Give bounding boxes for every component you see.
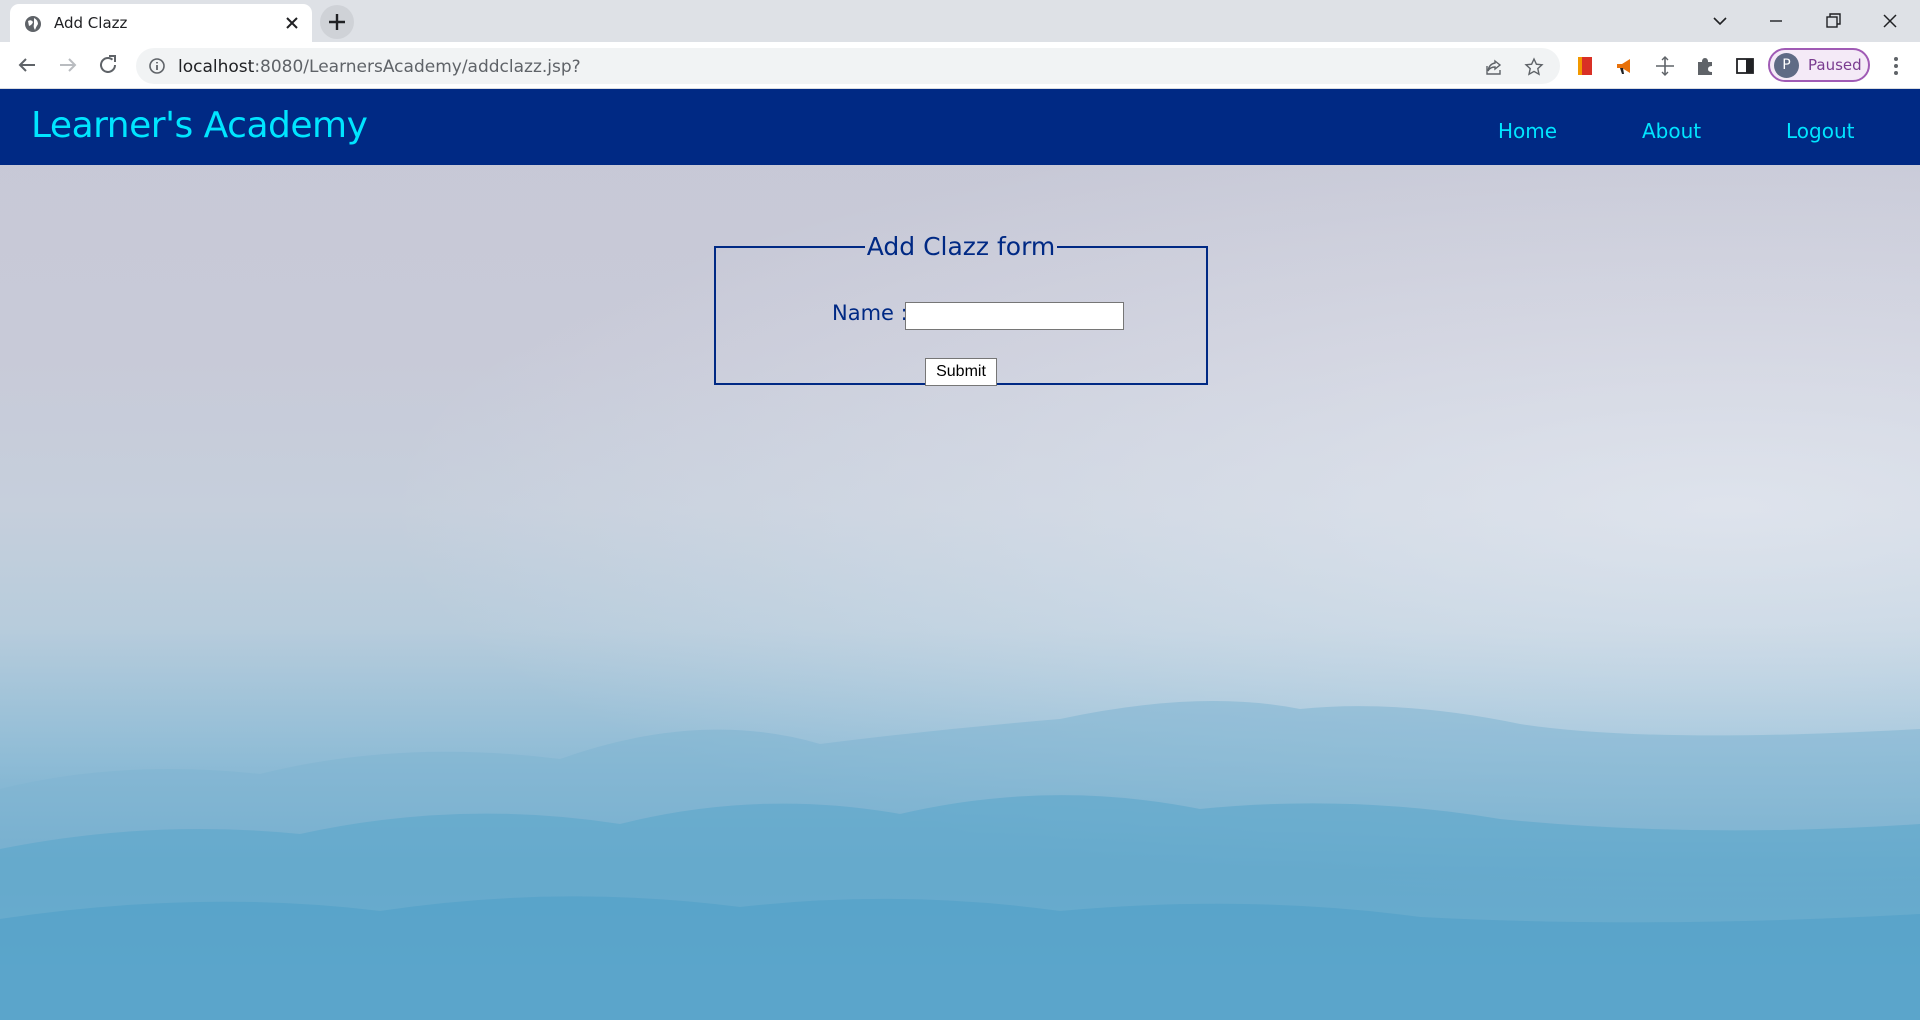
url-path: :8080/LearnersAcademy/addclazz.jsp? <box>254 57 581 77</box>
site-navbar: Learner's Academy Home About Logout <box>0 89 1920 165</box>
page-viewport: Learner's Academy Home About Logout Add … <box>0 89 1920 1020</box>
browser-tab-active[interactable]: Add Clazz <box>10 4 312 42</box>
plus-icon <box>329 14 345 30</box>
nav-link-about[interactable]: About <box>1642 119 1701 143</box>
bookmark-star-icon[interactable] <box>1524 57 1544 77</box>
megaphone-extension-icon[interactable] <box>1614 55 1636 77</box>
forward-arrow-icon[interactable] <box>54 51 82 79</box>
submit-button[interactable]: Submit <box>925 358 997 386</box>
close-icon[interactable] <box>282 13 302 33</box>
info-icon[interactable] <box>148 57 166 75</box>
background-mountains <box>0 701 1920 1020</box>
avatar: P <box>1774 53 1799 78</box>
minimize-icon[interactable] <box>1762 7 1790 35</box>
puzzle-extensions-icon[interactable] <box>1694 55 1716 77</box>
browser-tabstrip: Add Clazz <box>0 0 1920 42</box>
tab-title: Add Clazz <box>54 14 128 32</box>
move-extension-icon[interactable] <box>1654 55 1676 77</box>
side-panel-icon[interactable] <box>1734 55 1756 77</box>
url-text[interactable]: localhost:8080/LearnersAcademy/addclazz.… <box>178 57 581 77</box>
kebab-menu-icon[interactable] <box>1884 54 1908 78</box>
new-tab-button[interactable] <box>320 5 354 39</box>
brand-title: Learner's Academy <box>31 105 368 146</box>
add-clazz-form: Add Clazz form Name : Submit <box>714 232 1208 386</box>
close-window-icon[interactable] <box>1876 7 1904 35</box>
profile-button[interactable]: P Paused <box>1768 48 1870 82</box>
reload-icon[interactable] <box>94 51 122 79</box>
name-input[interactable] <box>905 302 1124 330</box>
restore-icon[interactable] <box>1819 7 1847 35</box>
profile-status: Paused <box>1808 56 1862 74</box>
back-arrow-icon[interactable] <box>13 51 41 79</box>
browser-toolbar: localhost:8080/LearnersAcademy/addclazz.… <box>0 42 1920 89</box>
nav-link-logout[interactable]: Logout <box>1786 119 1854 143</box>
chevron-down-icon[interactable] <box>1706 7 1734 35</box>
url-host: localhost <box>178 57 255 77</box>
globe-icon <box>25 16 41 32</box>
nav-link-home[interactable]: Home <box>1498 119 1557 143</box>
name-label: Name : <box>832 301 908 325</box>
form-legend: Add Clazz form <box>866 232 1056 261</box>
share-icon[interactable] <box>1484 57 1504 77</box>
address-bar[interactable]: localhost:8080/LearnersAcademy/addclazz.… <box>136 48 1560 84</box>
bookmark-extension-icon[interactable] <box>1574 55 1596 77</box>
